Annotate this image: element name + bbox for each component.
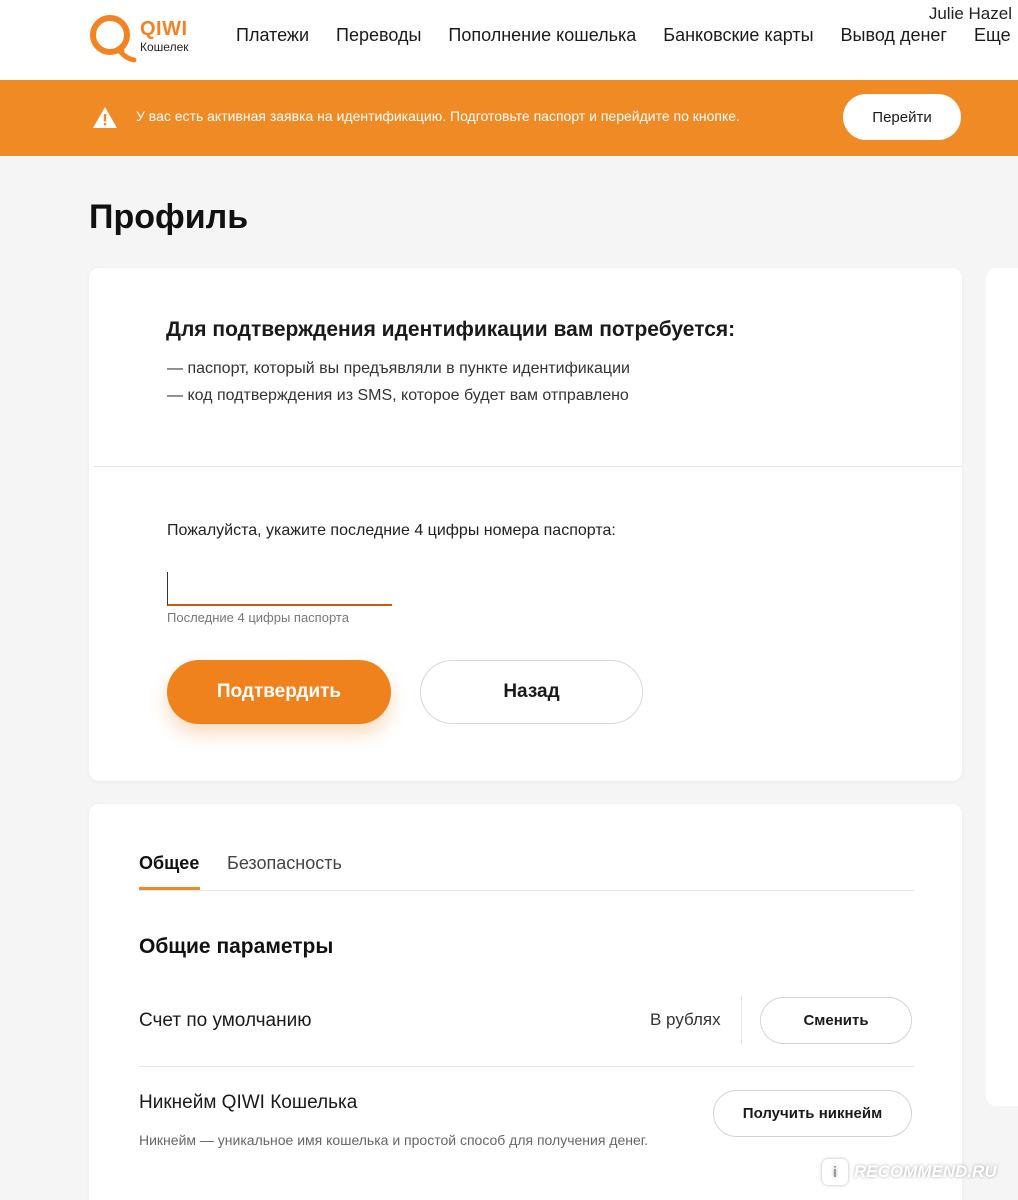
confirm-button[interactable]: Подтвердить xyxy=(167,660,391,724)
top-header: QIWI Кошелек Платежи Переводы Пополнение… xyxy=(0,0,1018,80)
get-nickname-button[interactable]: Получить никнейм xyxy=(713,1090,912,1137)
tabs-divider xyxy=(139,890,914,891)
nav-item-bank-cards[interactable]: Банковские карты xyxy=(663,25,813,47)
passport-input-hint: Последние 4 цифры паспорта xyxy=(167,610,349,625)
default-account-value: В рублях xyxy=(650,1010,721,1029)
passport-digits-input[interactable] xyxy=(167,572,392,606)
passport-prompt: Пожалуйста, укажите последние 4 цифры но… xyxy=(167,522,616,539)
row-divider xyxy=(139,1066,914,1067)
nickname-description: Никнейм — уникальное имя кошелька и прос… xyxy=(139,1132,649,1148)
side-panel xyxy=(986,268,1018,1106)
requirement-item: — паспорт, который вы предъявляли в пунк… xyxy=(167,360,630,377)
section-title: Общие параметры xyxy=(139,935,334,958)
logo-wordmark: QIWI xyxy=(140,18,188,40)
nav-item-topup[interactable]: Пополнение кошелька xyxy=(448,25,636,47)
default-account-label: Счет по умолчанию xyxy=(139,1010,312,1031)
tab-security[interactable]: Безопасность xyxy=(227,853,342,874)
user-name[interactable]: Julie Hazel xyxy=(929,4,1012,24)
banner-message: У вас есть активная заявка на идентифика… xyxy=(136,108,740,124)
card-divider xyxy=(93,466,962,467)
change-account-button[interactable]: Сменить xyxy=(760,997,912,1044)
nav-item-payments[interactable]: Платежи xyxy=(236,25,309,47)
qiwi-logo[interactable]: QIWI Кошелек xyxy=(88,13,198,65)
nav-item-withdraw[interactable]: Вывод денег xyxy=(841,25,947,47)
warning-triangle-icon xyxy=(93,107,117,128)
main-nav: Платежи Переводы Пополнение кошелька Бан… xyxy=(236,25,1011,47)
qiwi-logo-icon xyxy=(90,15,137,63)
banner-go-button[interactable]: Перейти xyxy=(843,94,961,140)
nav-item-more[interactable]: Еще xyxy=(974,25,1011,47)
back-button[interactable]: Назад xyxy=(420,660,643,724)
nickname-label: Никнейм QIWI Кошелька xyxy=(139,1092,358,1113)
nav-item-transfers[interactable]: Переводы xyxy=(336,25,421,47)
logo-subtitle: Кошелек xyxy=(140,40,189,54)
watermark: i RECOMMEND.RU xyxy=(822,1155,997,1189)
watermark-badge-icon: i xyxy=(822,1159,848,1185)
tab-general[interactable]: Общее xyxy=(139,853,199,874)
watermark-text: RECOMMEND.RU xyxy=(854,1162,997,1181)
requirement-item: — код подтверждения из SMS, которое буде… xyxy=(167,387,629,404)
row-separator xyxy=(741,996,742,1044)
requirements-title: Для подтверждения идентификации вам потр… xyxy=(166,318,736,341)
page-title: Профиль xyxy=(89,198,249,236)
